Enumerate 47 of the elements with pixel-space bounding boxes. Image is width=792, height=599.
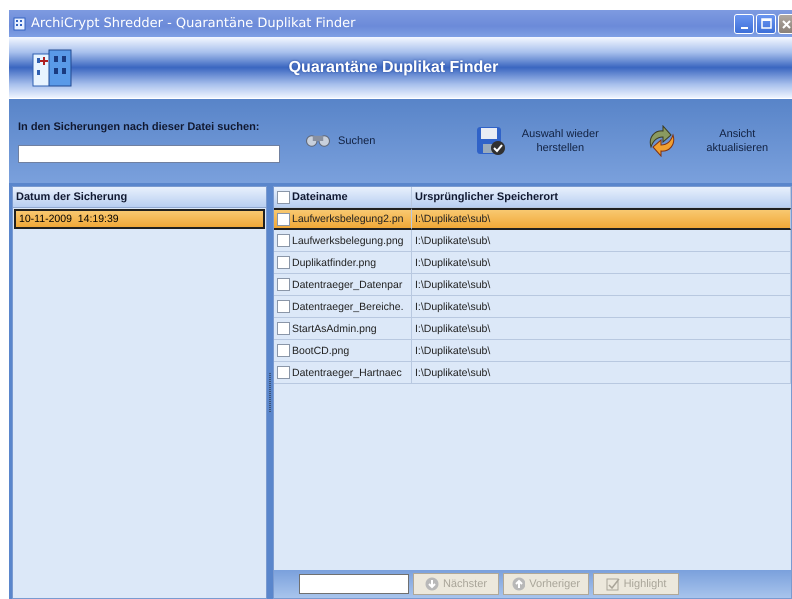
find-field[interactable] (299, 574, 409, 594)
checkbox[interactable] (277, 256, 290, 269)
checkbox[interactable] (277, 278, 290, 291)
file-name: Laufwerksbelegung2.pn (292, 213, 404, 225)
floppy-check-icon (475, 125, 508, 157)
file-location: I:\Duplikate\sub\ (415, 234, 490, 246)
file-name: Datentraeger_Bereiche. (292, 300, 404, 312)
toolbar-label[interactable]: Ansicht aktualisieren (701, 127, 774, 155)
checkbox[interactable] (277, 212, 290, 226)
toolbar-label[interactable]: Auswahl wieder herstellen (515, 127, 606, 155)
checkbox-pen-icon (606, 577, 620, 591)
down-arrow-icon (424, 577, 439, 591)
file-name: Datentraeger_Hartnaec (292, 366, 402, 378)
window-title: ArchiCrypt Shredder - Quarantäne Duplikat Finder (31, 16, 357, 31)
backup-item[interactable]: 10-11-2009 14:19:39 (14, 209, 265, 229)
checkbox[interactable] (277, 300, 290, 313)
file-name: StartAsAdmin.png (292, 322, 377, 334)
close-icon (780, 18, 790, 28)
checkbox[interactable] (277, 366, 290, 379)
close-button[interactable] (778, 14, 792, 34)
toolbar-label[interactable]: Suchen (338, 134, 376, 148)
maximize-icon (760, 18, 772, 29)
checkbox[interactable] (277, 190, 290, 204)
file-name: BootCD.png (292, 344, 350, 356)
search-field[interactable] (18, 145, 280, 163)
minimize-icon (740, 26, 748, 28)
maximize-button[interactable] (756, 14, 776, 34)
file-name: Laufwerksbelegung.png (292, 234, 404, 246)
checkbox[interactable] (277, 322, 290, 335)
file-location: I:\Duplikate\sub\ (415, 256, 490, 268)
file-name: Datentraeger_Datenpar (292, 278, 402, 290)
banner-title: Quarantäne Duplikat Finder (288, 58, 500, 76)
file-location: I:\Duplikate\sub\ (415, 344, 490, 356)
search-label: In den Sicherungen nach dieser Datei suchen: (18, 121, 260, 133)
up-arrow-icon (512, 577, 526, 591)
file-location: I:\Duplikate\sub\ (415, 322, 490, 334)
checkbox[interactable] (277, 344, 290, 357)
binoculars-icon (306, 135, 330, 147)
minimize-button[interactable] (734, 14, 754, 34)
app-icon (13, 16, 26, 30)
column-header: Datum der Sicherung (15, 191, 128, 203)
file-name: Duplikatfinder.png (292, 256, 376, 268)
file-location: I:\Duplikate\sub\ (415, 278, 490, 290)
checkbox[interactable] (277, 234, 290, 247)
file-location: I:\Duplikate\sub\ (415, 366, 490, 378)
file-location: I:\Duplikate\sub\ (415, 213, 490, 225)
file-location: I:\Duplikate\sub\ (415, 300, 490, 312)
